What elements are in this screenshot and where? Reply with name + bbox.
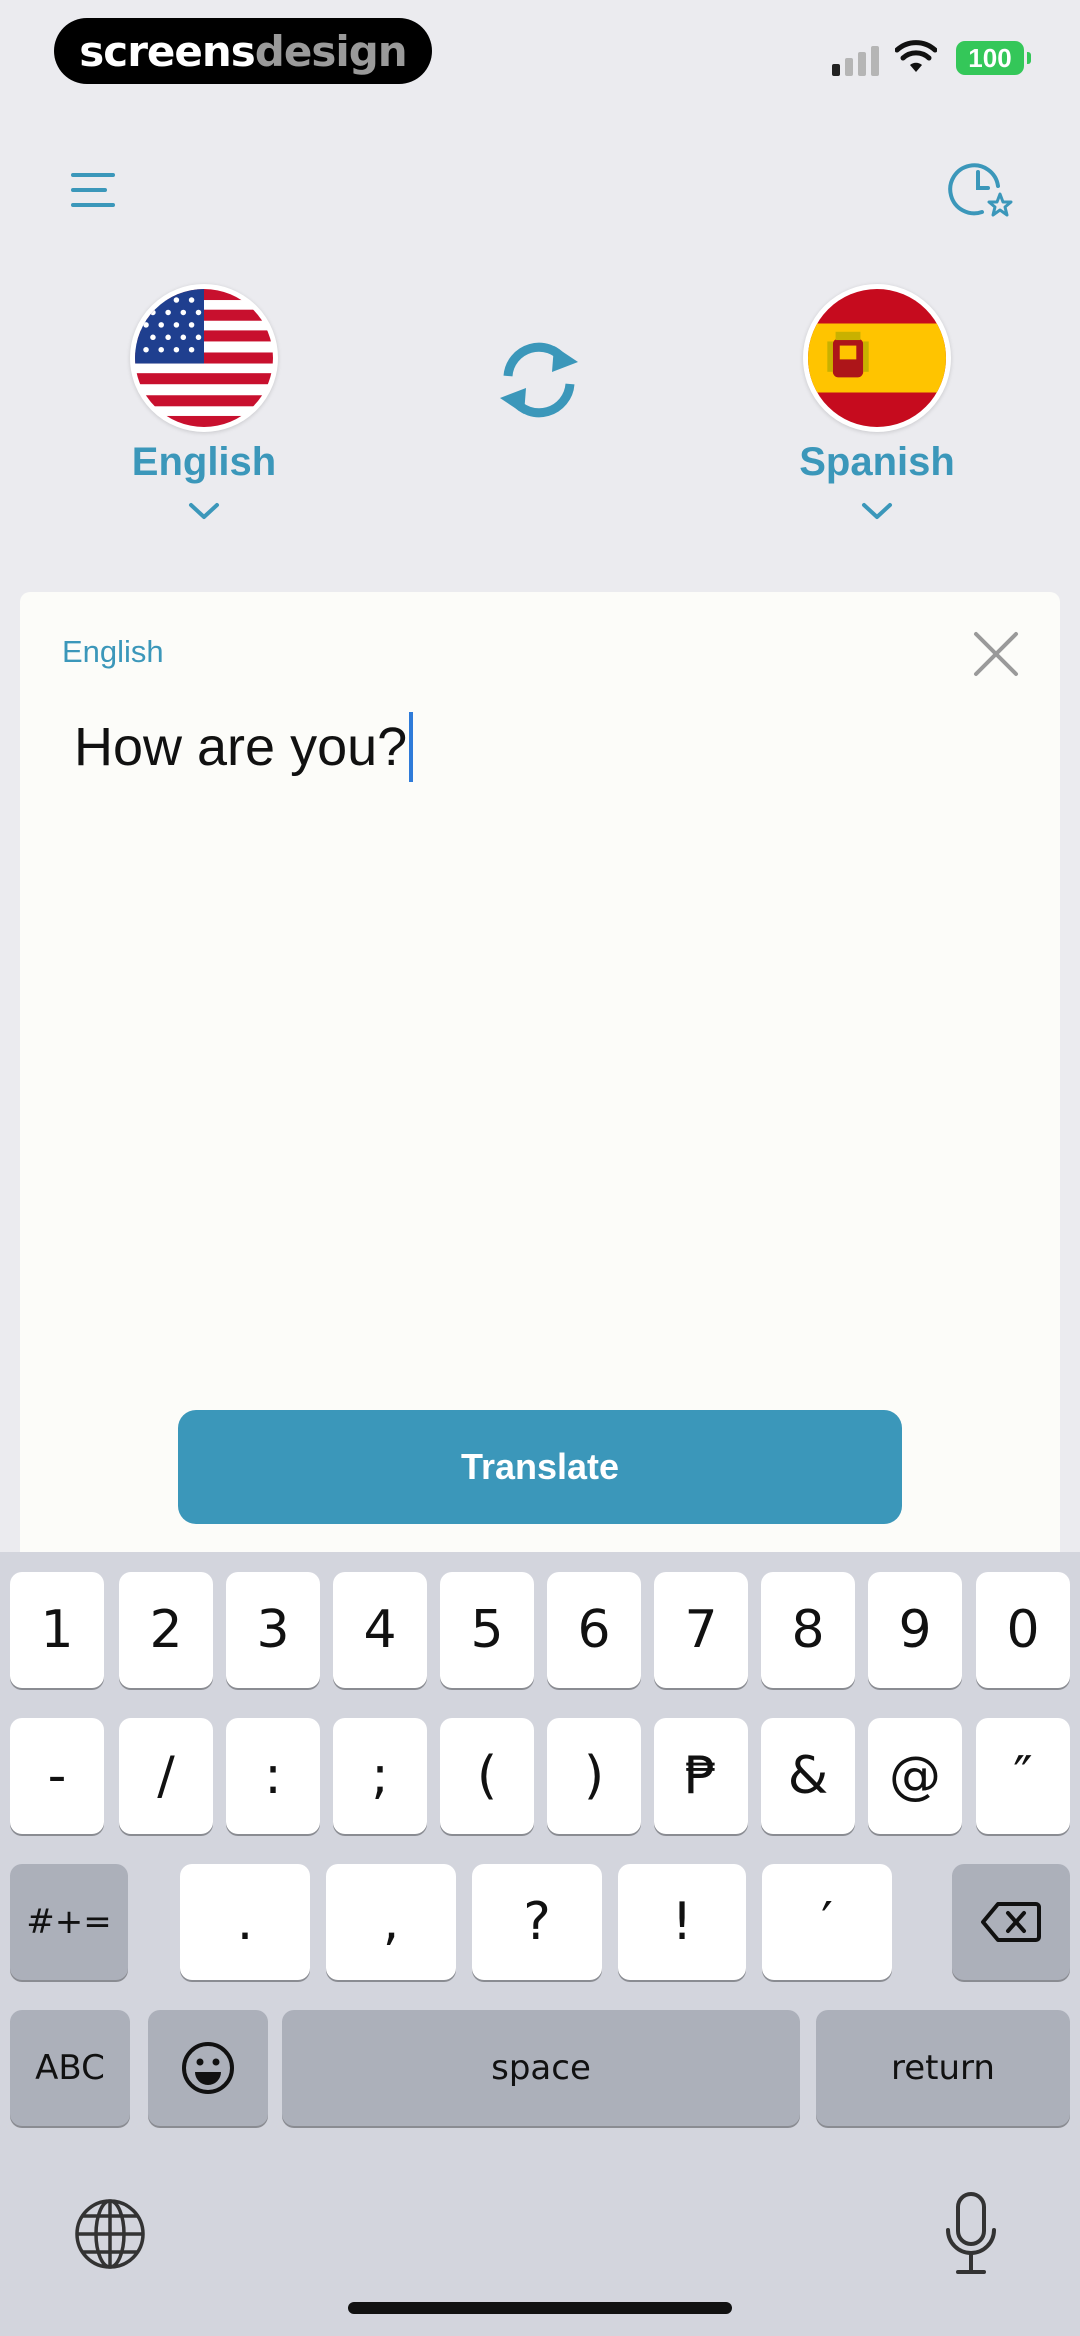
key-exclamation[interactable]: !	[618, 1864, 746, 1980]
source-text-input[interactable]: How are you?	[74, 712, 414, 782]
key-6[interactable]: 6	[547, 1572, 641, 1688]
globe-icon[interactable]	[72, 2196, 148, 2272]
key-8[interactable]: 8	[761, 1572, 855, 1688]
key-double-prime[interactable]: ″	[976, 1718, 1070, 1834]
key-5[interactable]: 5	[440, 1572, 534, 1688]
battery-indicator: 100	[956, 41, 1031, 75]
backspace-icon	[981, 1902, 1041, 1942]
return-key[interactable]: return	[816, 2010, 1070, 2126]
chevron-down-icon[interactable]	[860, 500, 894, 522]
watermark-part2: design	[254, 26, 408, 76]
input-language-label: English	[62, 634, 164, 669]
microphone-icon[interactable]	[942, 2190, 1000, 2278]
key-close-paren[interactable]: )	[547, 1718, 641, 1834]
key-prime[interactable]: ′	[762, 1864, 892, 1980]
backspace-key[interactable]	[952, 1864, 1070, 1980]
target-language-label[interactable]: Spanish	[757, 440, 997, 485]
text-caret	[409, 712, 414, 782]
key-peso[interactable]: ₱	[654, 1718, 748, 1834]
key-1[interactable]: 1	[10, 1572, 104, 1688]
key-hyphen[interactable]: -	[10, 1718, 104, 1834]
emoji-icon	[182, 2042, 234, 2094]
source-text-value: How are you?	[74, 717, 408, 777]
key-7[interactable]: 7	[654, 1572, 748, 1688]
screensdesign-watermark: screens design	[54, 18, 432, 84]
us-flag-icon	[135, 289, 273, 427]
cellular-signal-icon	[832, 46, 879, 76]
menu-icon[interactable]	[70, 170, 116, 210]
key-4[interactable]: 4	[333, 1572, 427, 1688]
space-key[interactable]: space	[282, 2010, 800, 2126]
close-icon[interactable]	[970, 628, 1022, 680]
key-open-paren[interactable]: (	[440, 1718, 534, 1834]
key-question[interactable]: ?	[472, 1864, 602, 1980]
key-semicolon[interactable]: ;	[333, 1718, 427, 1834]
chevron-down-icon[interactable]	[187, 500, 221, 522]
key-ampersand[interactable]: &	[761, 1718, 855, 1834]
wifi-icon	[895, 40, 937, 72]
symbols-toggle-key[interactable]: #+=	[10, 1864, 128, 1980]
spain-flag-icon	[808, 289, 946, 427]
key-9[interactable]: 9	[868, 1572, 962, 1688]
translate-button[interactable]: Translate	[178, 1410, 902, 1524]
key-at[interactable]: @	[868, 1718, 962, 1834]
abc-key[interactable]: ABC	[10, 2010, 130, 2126]
watermark-part1: screens	[79, 26, 255, 76]
key-3[interactable]: 3	[226, 1572, 320, 1688]
swap-languages-icon[interactable]	[494, 338, 584, 422]
home-indicator	[348, 2302, 732, 2314]
history-star-icon[interactable]	[948, 156, 1016, 224]
key-0[interactable]: 0	[976, 1572, 1070, 1688]
source-language-label[interactable]: English	[84, 440, 324, 485]
key-comma[interactable]: ,	[326, 1864, 456, 1980]
key-2[interactable]: 2	[119, 1572, 213, 1688]
key-slash[interactable]: /	[119, 1718, 213, 1834]
key-period[interactable]: .	[180, 1864, 310, 1980]
emoji-key[interactable]	[148, 2010, 268, 2126]
target-flag-button[interactable]	[803, 284, 951, 432]
key-colon[interactable]: :	[226, 1718, 320, 1834]
source-flag-button[interactable]	[130, 284, 278, 432]
